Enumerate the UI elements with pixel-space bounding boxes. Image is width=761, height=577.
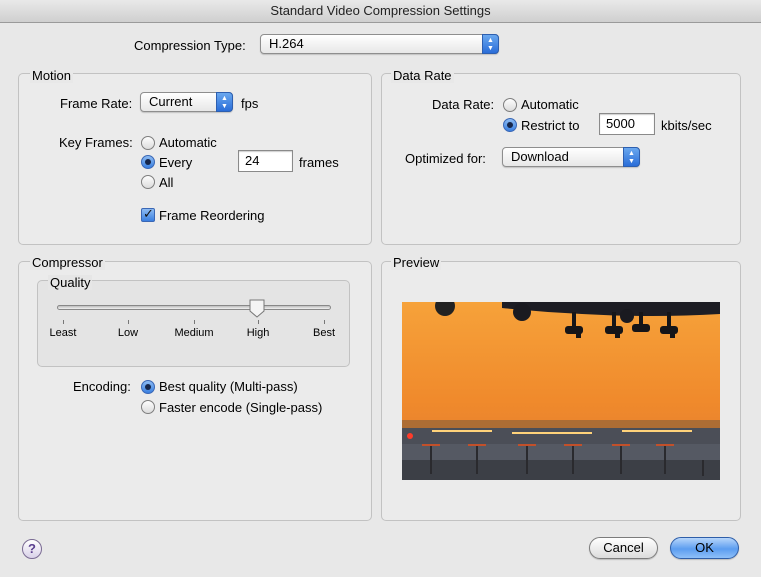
frame-rate-label: Frame Rate:: [60, 96, 133, 111]
key-frames-label: Key Frames:: [59, 135, 133, 150]
data-rate-unit: kbits/sec: [661, 118, 712, 133]
encoding-faster-radio[interactable]: [141, 400, 155, 414]
data-rate-automatic-radio[interactable]: [503, 98, 517, 112]
compressor-group-title: Compressor: [30, 255, 105, 270]
quality-tick-label-low: Low: [117, 327, 139, 339]
key-frames-every-radio[interactable]: [141, 155, 155, 169]
preview-image: [402, 302, 720, 480]
window-title: Standard Video Compression Settings: [0, 0, 761, 23]
frame-rate-unit: fps: [241, 96, 259, 111]
data-rate-automatic-label[interactable]: Automatic: [521, 97, 579, 112]
preview-group-title: Preview: [391, 255, 442, 270]
data-rate-group-title: Data Rate: [391, 68, 454, 83]
quality-tick-label-best: Best: [312, 327, 335, 339]
quality-tick: [258, 320, 259, 324]
frame-reordering-label[interactable]: Frame Reordering: [159, 208, 265, 223]
quality-tick-label-least: Least: [49, 327, 77, 339]
cancel-button[interactable]: Cancel: [589, 537, 658, 559]
key-frames-all-radio[interactable]: [141, 175, 155, 189]
frame-rate-value: Current: [149, 94, 193, 109]
quality-slider-thumb[interactable]: [249, 299, 265, 318]
data-rate-restrict-field[interactable]: 5000: [599, 113, 655, 135]
quality-tick: [194, 320, 195, 324]
quality-tick: [128, 320, 129, 324]
encoding-best-quality-radio[interactable]: [141, 380, 155, 394]
help-button[interactable]: ?: [22, 539, 42, 559]
compression-type-value: H.264: [269, 36, 304, 51]
key-frames-every-field[interactable]: 24: [238, 150, 293, 172]
encoding-label: Encoding:: [73, 379, 131, 394]
key-frames-automatic-radio[interactable]: [141, 136, 155, 150]
ok-button[interactable]: OK: [670, 537, 739, 559]
data-rate-restrict-radio[interactable]: [503, 118, 517, 132]
quality-tick-label-high: High: [246, 327, 270, 339]
compression-type-label: Compression Type:: [134, 38, 246, 53]
popup-arrows-icon: ▲ ▼: [482, 34, 499, 54]
data-rate-label: Data Rate:: [432, 97, 495, 112]
encoding-faster-label[interactable]: Faster encode (Single-pass): [159, 400, 322, 415]
key-frames-unit: frames: [299, 155, 339, 170]
quality-tick: [63, 320, 64, 324]
optimized-for-value: Download: [511, 149, 569, 164]
frame-rate-popup[interactable]: Current ▲ ▼: [140, 92, 233, 112]
frame-reordering-checkbox[interactable]: ✓: [141, 206, 155, 222]
optimized-for-label: Optimized for:: [405, 151, 486, 166]
key-frames-all-label[interactable]: All: [159, 175, 173, 190]
quality-title: Quality: [48, 275, 93, 290]
popup-arrows-icon: ▲ ▼: [623, 147, 640, 167]
motion-group-title: Motion: [30, 68, 74, 83]
encoding-best-quality-label[interactable]: Best quality (Multi-pass): [159, 379, 298, 394]
compression-type-popup[interactable]: H.264 ▲ ▼: [260, 34, 499, 54]
optimized-for-popup[interactable]: Download ▲ ▼: [502, 147, 640, 167]
key-frames-automatic-label[interactable]: Automatic: [159, 135, 217, 150]
checkmark-icon: ✓: [143, 206, 154, 221]
key-frames-every-label[interactable]: Every: [159, 155, 192, 170]
popup-arrows-icon: ▲ ▼: [216, 92, 233, 112]
quality-slider-track[interactable]: [57, 305, 331, 310]
quality-tick-label-medium: Medium: [174, 327, 214, 339]
data-rate-restrict-label[interactable]: Restrict to: [521, 118, 580, 133]
quality-tick: [324, 320, 325, 324]
